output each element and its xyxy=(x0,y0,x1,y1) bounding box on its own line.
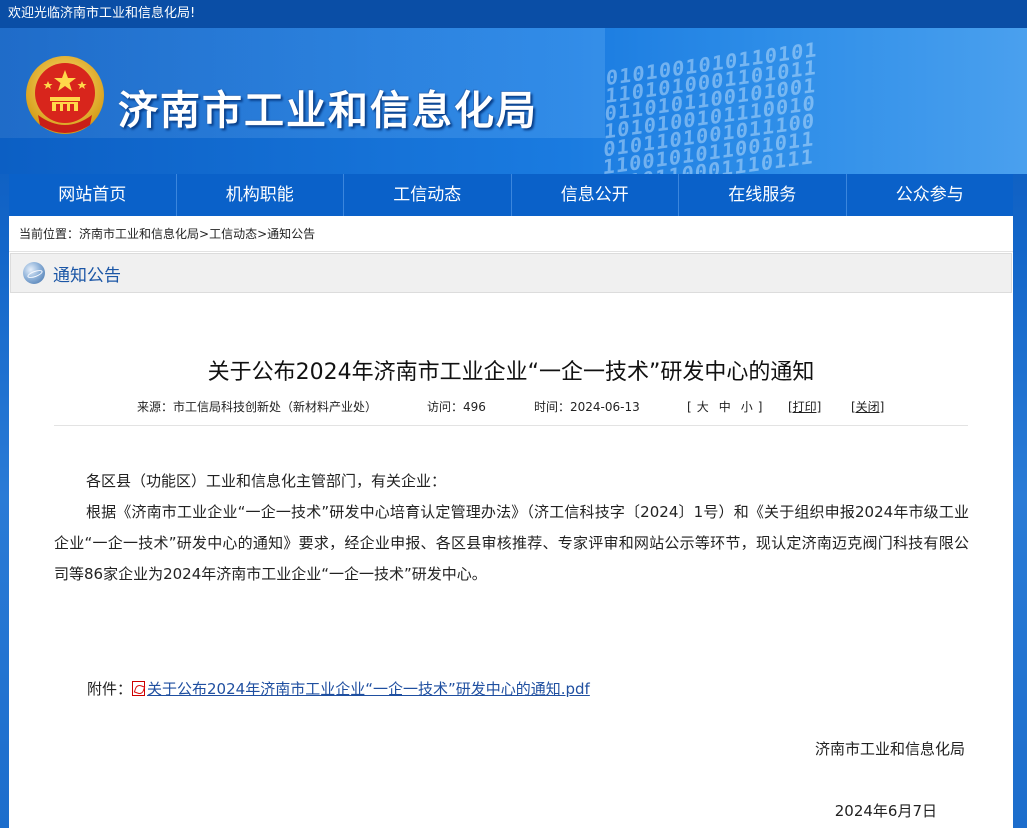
breadcrumb-news[interactable]: 工信动态 xyxy=(209,227,257,241)
article-salutation: 各区县（功能区）工业和信息化主管部门，有关企业： xyxy=(86,472,447,490)
nav-item-public-participation[interactable]: 公众参与 xyxy=(847,174,1014,216)
issuer-signature: 济南市工业和信息化局 xyxy=(814,740,965,758)
nav-item-online-service[interactable]: 在线服务 xyxy=(679,174,847,216)
font-small-button[interactable]: 小 xyxy=(741,400,753,414)
font-large-button[interactable]: 大 xyxy=(697,400,709,414)
close-button[interactable]: [关闭] xyxy=(851,398,884,415)
attachment-label: 附件： xyxy=(87,680,133,698)
breadcrumb-separator: > xyxy=(199,227,210,241)
welcome-text: 欢迎光临济南市工业和信息化局! xyxy=(8,6,196,21)
section-header: 通知公告 xyxy=(10,253,1012,293)
issue-date: 2024年6月7日 xyxy=(834,802,937,820)
font-size-controls: [ 大中小] xyxy=(687,398,762,415)
breadcrumb-notices[interactable]: 通知公告 xyxy=(267,227,315,241)
attachment-row: 附件： 关于公布2024年济南市工业企业“一企一技术”研发中心的通知.pdf xyxy=(87,678,590,699)
article-title: 关于公布2024年济南市工业企业“一企一技术”研发中心的通知 xyxy=(207,360,815,385)
breadcrumb-prefix: 当前位置： xyxy=(19,227,80,241)
welcome-bar: 欢迎光临济南市工业和信息化局! xyxy=(0,0,1027,28)
print-button[interactable]: [打印] xyxy=(788,398,821,415)
nav-item-home[interactable]: 网站首页 xyxy=(9,174,177,216)
breadcrumb-separator: > xyxy=(257,227,268,241)
article-body: 各区县（功能区）工业和信息化主管部门，有关企业： 根据《济南市工业企业“一企一技… xyxy=(54,466,969,590)
globe-icon xyxy=(23,262,45,284)
section-title: 通知公告 xyxy=(53,265,121,286)
font-size-bracket-close: ] xyxy=(757,400,763,414)
nav-item-functions[interactable]: 机构职能 xyxy=(177,174,344,216)
article-paragraph: 根据《济南市工业企业“一企一技术”研发中心培育认定管理办法》（济工信科技字〔20… xyxy=(54,503,969,583)
breadcrumb-home[interactable]: 济南市工业和信息化局 xyxy=(79,227,199,241)
meta-divider xyxy=(54,425,968,426)
main-nav: 网站首页 机构职能 工信动态 信息公开 在线服务 公众参与 xyxy=(9,174,1013,216)
nav-item-disclosure[interactable]: 信息公开 xyxy=(512,174,679,216)
site-banner: 0101001010110101 1101010001101011 011010… xyxy=(0,28,1027,174)
article-source: 来源：市工信局科技创新处（新材料产业处） xyxy=(137,400,378,414)
nav-item-news[interactable]: 工信动态 xyxy=(344,174,512,216)
binary-decoration: 0101001010110101 1101010001101011 011010… xyxy=(601,37,819,174)
site-title: 济南市工业和信息化局 xyxy=(118,88,538,134)
font-size-bracket-open: [ xyxy=(687,400,692,414)
national-emblem-icon xyxy=(26,56,104,134)
breadcrumb: 当前位置：济南市工业和信息化局>工信动态>通知公告 xyxy=(9,216,1013,252)
content-panel: 当前位置：济南市工业和信息化局>工信动态>通知公告 通知公告 关于公布2024年… xyxy=(9,216,1013,828)
pdf-icon xyxy=(132,681,146,696)
article-visits: 访问：496 xyxy=(427,400,486,414)
font-medium-button[interactable]: 中 xyxy=(719,400,731,414)
attachment-link[interactable]: 关于公布2024年济南市工业企业“一企一技术”研发中心的通知.pdf xyxy=(147,678,590,699)
article-time: 时间：2024-06-13 xyxy=(534,400,640,414)
